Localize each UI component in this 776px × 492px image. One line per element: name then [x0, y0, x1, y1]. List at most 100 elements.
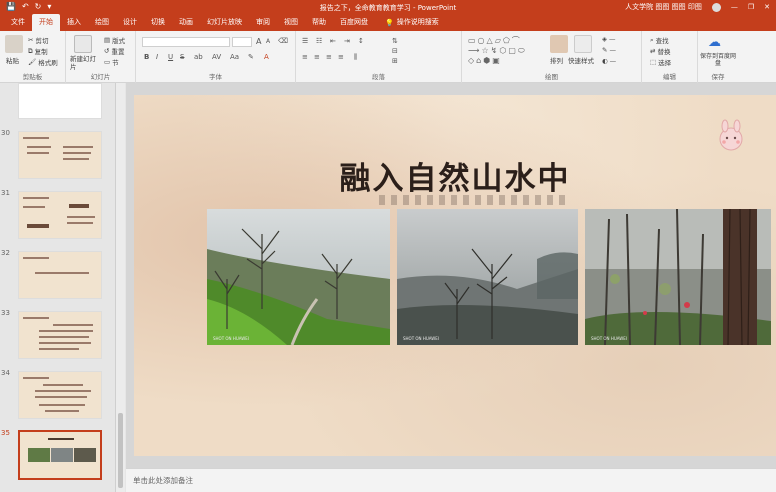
slide-thumbnail[interactable]	[18, 311, 102, 359]
paste-button[interactable]: 粘贴	[6, 55, 19, 65]
new-slide-icon[interactable]	[74, 35, 92, 53]
shape-fill-button[interactable]: ◈ —	[602, 35, 616, 43]
shape-outline-button[interactable]: ✎ —	[602, 46, 616, 54]
close-button[interactable]: ✕	[764, 3, 770, 11]
forest-photo-image	[585, 209, 771, 345]
select-button[interactable]: ⬚ 选择	[650, 57, 671, 67]
tab-design[interactable]: 设计	[116, 14, 144, 31]
slide-thumbnail[interactable]	[18, 251, 102, 299]
align-left-icon[interactable]: ≡	[302, 53, 308, 61]
notes-pane[interactable]: 单击此处添加备注	[126, 468, 776, 492]
tab-draw[interactable]: 绘图	[88, 14, 116, 31]
slide-photo-misty-mountain[interactable]: SHOT ON HUAWEI	[397, 209, 578, 345]
scrollbar-thumb[interactable]	[118, 413, 123, 488]
align-text-icon[interactable]: ⊟	[392, 47, 398, 55]
slide-thumbnail[interactable]	[18, 131, 102, 179]
faded-subtitle-placeholder	[379, 195, 569, 205]
cut-button[interactable]: ✂ 剪切	[28, 35, 48, 45]
avatar[interactable]	[711, 2, 721, 12]
shapes-gallery[interactable]: ▭○△▱⬠⌒ ⟶☆↯⬡▢⬭ ◇⌂⬢▣	[468, 36, 544, 66]
new-slide-button[interactable]: 新建幻灯片	[70, 55, 100, 71]
tab-animations[interactable]: 动画	[172, 14, 200, 31]
pen-icon: ✎	[602, 46, 608, 54]
slide-thumbnail-active[interactable]	[18, 430, 102, 480]
group-clipboard: 粘贴 ✂ 剪切 ⧉ 复制 🖌 格式刷 剪贴板	[0, 31, 66, 83]
search-icon: ⌕	[650, 35, 654, 44]
copy-button[interactable]: ⧉ 复制	[28, 46, 48, 57]
font-color-icon[interactable]: A	[264, 53, 269, 61]
notes-placeholder[interactable]: 单击此处添加备注	[133, 475, 193, 486]
quick-styles-button[interactable]: 快速样式	[568, 55, 594, 65]
highlight-icon[interactable]: ✎	[248, 53, 254, 61]
columns-icon[interactable]: ⫼	[354, 53, 357, 62]
misty-mountain-photo-image	[397, 209, 578, 345]
group-label-editing: 编辑	[663, 73, 676, 81]
font-name-field[interactable]	[142, 37, 230, 47]
numbering-icon[interactable]: ☷	[316, 37, 322, 45]
align-center-icon[interactable]: ≡	[314, 53, 320, 61]
group-slides: 新建幻灯片 ▤ 版式 ↺ 重置 ▭ 节 幻灯片	[66, 31, 136, 83]
slide-number: 33	[1, 309, 10, 317]
format-painter-button[interactable]: 🖌 格式刷	[28, 57, 58, 67]
slide-photo-hillside[interactable]: SHOT ON HUAWEI	[207, 209, 390, 345]
strikethrough-button[interactable]: S	[180, 53, 184, 61]
group-label-slides: 幻灯片	[90, 73, 111, 81]
tab-file[interactable]: 文件	[4, 14, 32, 31]
photo-caption: SHOT ON HUAWEI	[403, 336, 439, 341]
save-to-cloud-button[interactable]: 保存到百度网盘	[700, 53, 736, 67]
increase-indent-icon[interactable]: ⇥	[344, 37, 350, 45]
layout-button[interactable]: ▤ 版式	[104, 35, 125, 45]
restore-button[interactable]: ❐	[748, 3, 754, 11]
find-button[interactable]: ⌕ 查找	[650, 35, 669, 46]
slide-photo-forest[interactable]: SHOT ON HUAWEI	[585, 209, 771, 345]
char-spacing-icon[interactable]: AV	[212, 53, 221, 61]
tab-insert[interactable]: 插入	[60, 14, 88, 31]
thumbnail-scrollbar[interactable]	[116, 83, 125, 492]
cloud-save-icon[interactable]: ☁	[708, 35, 721, 50]
shape-effects-button[interactable]: ◐ —	[602, 57, 616, 65]
ribbon-tabs: 文件 开始 插入 绘图 设计 切换 动画 幻灯片放映 审阅 视图 帮助 百度网盘…	[0, 14, 776, 31]
tab-home[interactable]: 开始	[32, 14, 60, 31]
slide-title[interactable]: 融入自然山水中	[134, 153, 776, 198]
bold-button[interactable]: B	[144, 53, 149, 61]
slide-thumbnail[interactable]	[18, 371, 102, 419]
tab-slideshow[interactable]: 幻灯片放映	[200, 14, 249, 31]
decrease-font-button[interactable]: A	[266, 38, 270, 45]
slide-thumbnail[interactable]	[18, 83, 102, 119]
font-size-field[interactable]	[232, 37, 252, 47]
text-direction-icon[interactable]: ⇅	[392, 37, 398, 45]
replace-button[interactable]: ⇄ 替换	[650, 46, 670, 56]
tab-review[interactable]: 审阅	[249, 14, 277, 31]
bullets-icon[interactable]: ☰	[302, 37, 308, 45]
justify-icon[interactable]: ≡	[338, 53, 344, 61]
smartart-icon[interactable]: ⊞	[392, 57, 398, 65]
line-spacing-icon[interactable]: ↕	[358, 37, 364, 45]
shadow-icon[interactable]: ab	[194, 53, 203, 61]
tell-me-search[interactable]: 💡 操作说明搜索	[375, 14, 446, 31]
change-case-icon[interactable]: Aa	[230, 53, 239, 61]
quick-styles-icon[interactable]	[574, 35, 592, 53]
effects-icon: ◐	[602, 57, 608, 65]
section-button[interactable]: ▭ 节	[104, 57, 119, 67]
clear-format-icon[interactable]: ⌫	[278, 37, 288, 45]
italic-button[interactable]: I	[156, 53, 158, 61]
align-right-icon[interactable]: ≡	[326, 53, 332, 61]
slide-thumbnail[interactable]	[18, 191, 102, 239]
tab-help[interactable]: 帮助	[305, 14, 333, 31]
user-name[interactable]: 人文学院 图图 图图 印图	[625, 2, 702, 12]
current-slide[interactable]: 融入自然山水中 SHOT ON HUAWEI SHOT ON HUAWEI SH…	[134, 95, 776, 456]
arrange-button[interactable]: 排列	[550, 55, 563, 65]
minimize-button[interactable]: —	[731, 3, 738, 11]
tab-baidu[interactable]: 百度网盘	[333, 14, 375, 31]
increase-font-button[interactable]: A	[256, 37, 261, 46]
bunny-sticker-icon[interactable]	[714, 119, 748, 153]
arrange-icon[interactable]	[550, 35, 568, 53]
group-label-save: 保存	[711, 73, 725, 81]
tab-transitions[interactable]: 切换	[144, 14, 172, 31]
tab-view[interactable]: 视图	[277, 14, 305, 31]
decrease-indent-icon[interactable]: ⇤	[330, 37, 336, 45]
reset-button[interactable]: ↺ 重置	[104, 46, 124, 56]
underline-button[interactable]: U	[168, 53, 173, 61]
hillside-photo-image	[207, 209, 390, 345]
paste-icon[interactable]	[5, 35, 23, 53]
